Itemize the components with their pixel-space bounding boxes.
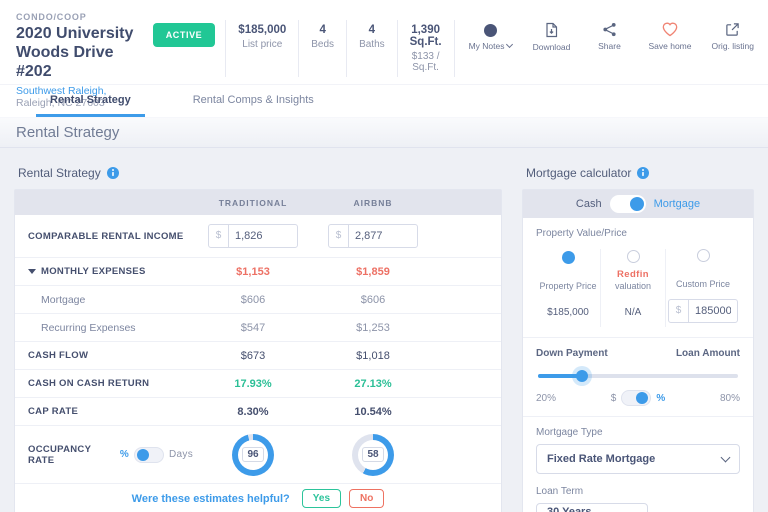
loan-term-select[interactable]: 30 Years Fixed: [536, 503, 648, 512]
tab-rental-strategy[interactable]: Rental Strategy: [36, 85, 145, 117]
share-icon: [602, 22, 617, 37]
property-type-label: CONDO/COOP: [16, 12, 143, 22]
external-link-icon: [725, 22, 740, 37]
loan-term-label: Loan Term: [536, 486, 740, 497]
mortgage-calculator-section-label: Mortgage calculator: [526, 166, 754, 180]
collapse-caret-icon: [28, 269, 36, 274]
feedback-no-button[interactable]: No: [349, 489, 384, 508]
down-payment-slider[interactable]: [538, 374, 738, 378]
occupancy-pct-days-toggle[interactable]: [134, 447, 164, 463]
dollar-prefix: $: [329, 225, 349, 247]
rental-strategy-card: TRADITIONAL AIRBNB COMPARABLE RENTAL INC…: [14, 189, 502, 512]
share-button[interactable]: Share: [590, 22, 628, 52]
option-custom-price[interactable]: Custom Price $: [665, 249, 740, 327]
traditional-income-input-group: $: [208, 224, 298, 248]
traditional-income-input[interactable]: [229, 230, 297, 242]
airbnb-income-input[interactable]: [349, 230, 417, 242]
table-row-monthly-expenses[interactable]: MONTHLY EXPENSES $1,153 $1,859: [15, 257, 501, 285]
table-row-recurring-expenses: Recurring Expenses $547 $1,253: [15, 313, 501, 341]
down-payment-slider-knob[interactable]: [576, 370, 588, 382]
chevron-down-icon: [506, 41, 513, 48]
table-row-cap-rate: CAP RATE 8.30% 10.54%: [15, 397, 501, 425]
mortgage-label[interactable]: Mortgage: [654, 198, 700, 210]
option-property-price[interactable]: Property Price $185,000: [536, 249, 600, 327]
info-icon[interactable]: [107, 167, 119, 179]
occupancy-donut-airbnb: 58: [352, 434, 394, 476]
occupancy-donut-traditional: 96: [232, 434, 274, 476]
property-value-price-label: Property Value/Price: [536, 228, 740, 239]
heart-icon: [662, 22, 678, 37]
airbnb-income-input-group: $: [328, 224, 418, 248]
table-row-cash-on-cash-return: CASH ON CASH RETURN 17.93% 27.13%: [15, 369, 501, 397]
custom-price-input-group: $: [668, 299, 738, 323]
mortgage-type-label: Mortgage Type: [536, 427, 740, 438]
status-badge: ACTIVE: [153, 23, 216, 47]
days-mode-label[interactable]: Days: [169, 449, 193, 460]
radio-custom-price[interactable]: [697, 249, 710, 262]
page-title: Rental Strategy: [16, 124, 752, 141]
page-title-band: Rental Strategy: [0, 117, 768, 148]
custom-price-input[interactable]: [689, 305, 737, 317]
cash-mortgage-toggle-bar: Cash Mortgage: [523, 190, 753, 218]
notes-icon: [484, 24, 497, 37]
stat-baths: 4 Baths: [346, 20, 397, 77]
radio-property-price[interactable]: [562, 251, 575, 264]
feedback-yes-button[interactable]: Yes: [302, 489, 341, 508]
download-pdf-icon: [544, 22, 559, 38]
mortgage-calculator-card: Cash Mortgage Property Value/Price Prope…: [522, 189, 754, 512]
column-traditional: TRADITIONAL: [193, 198, 313, 208]
redfin-logo: Redfin: [615, 269, 651, 281]
cash-mortgage-toggle[interactable]: [610, 195, 646, 213]
property-header: CONDO/COOP 2020 University Woods Drive #…: [0, 0, 768, 84]
stat-sqft: 1,390 Sq.Ft. $133 / Sq.Ft.: [397, 20, 455, 77]
orig-listing-button[interactable]: Orig. listing: [711, 22, 754, 52]
percent-mode-label[interactable]: %: [120, 449, 129, 460]
stat-beds: 4 Beds: [298, 20, 346, 77]
cash-label[interactable]: Cash: [576, 198, 602, 210]
mortgage-type-select[interactable]: Fixed Rate Mortgage: [536, 444, 740, 474]
table-header-row: TRADITIONAL AIRBNB: [15, 190, 501, 215]
table-row-mortgage: Mortgage $606 $606: [15, 285, 501, 313]
down-payment-label: Down Payment: [536, 348, 608, 359]
table-row-comparable-rental-income: COMPARABLE RENTAL INCOME $ $: [15, 215, 501, 257]
tab-rental-comps-insights[interactable]: Rental Comps & Insights: [179, 85, 328, 117]
property-stats: $185,000 List price 4 Beds 4 Baths 1,390…: [225, 20, 454, 77]
dollar-percent-toggle[interactable]: [621, 390, 651, 406]
down-payment-min: 20%: [536, 393, 556, 404]
stat-list-price: $185,000 List price: [225, 20, 298, 77]
table-row-occupancy-rate: OCCUPANCY RATE % Days 96 58: [15, 425, 501, 483]
property-price-options: Property Price $185,000 Redfin valuation…: [536, 249, 740, 327]
info-icon[interactable]: [637, 167, 649, 179]
loan-amount-label: Loan Amount: [676, 348, 740, 359]
percent-mode-label[interactable]: %: [656, 393, 665, 404]
save-home-button[interactable]: Save home: [648, 22, 691, 52]
rental-strategy-section-label: Rental Strategy: [18, 166, 502, 180]
property-title: 2020 University Woods Drive #202: [16, 25, 143, 82]
table-row-cash-flow: CASH FLOW $673 $1,018: [15, 341, 501, 369]
column-airbnb: AIRBNB: [313, 198, 433, 208]
download-button[interactable]: Download: [532, 22, 570, 52]
tab-bar: Rental Strategy Rental Comps & Insights: [0, 84, 768, 117]
feedback-question: Were these estimates helpful?: [132, 493, 290, 505]
my-notes-button[interactable]: My Notes: [469, 22, 513, 52]
dollar-mode-label[interactable]: $: [611, 393, 617, 404]
dollar-prefix: $: [209, 225, 229, 247]
loan-amount-max: 80%: [720, 393, 740, 404]
chevron-down-icon: [721, 452, 731, 462]
option-redfin-valuation[interactable]: Redfin valuation N/A: [600, 249, 665, 327]
estimates-feedback-row: Were these estimates helpful? Yes No: [15, 483, 501, 512]
radio-redfin-valuation[interactable]: [627, 250, 640, 263]
dollar-prefix: $: [669, 300, 689, 322]
